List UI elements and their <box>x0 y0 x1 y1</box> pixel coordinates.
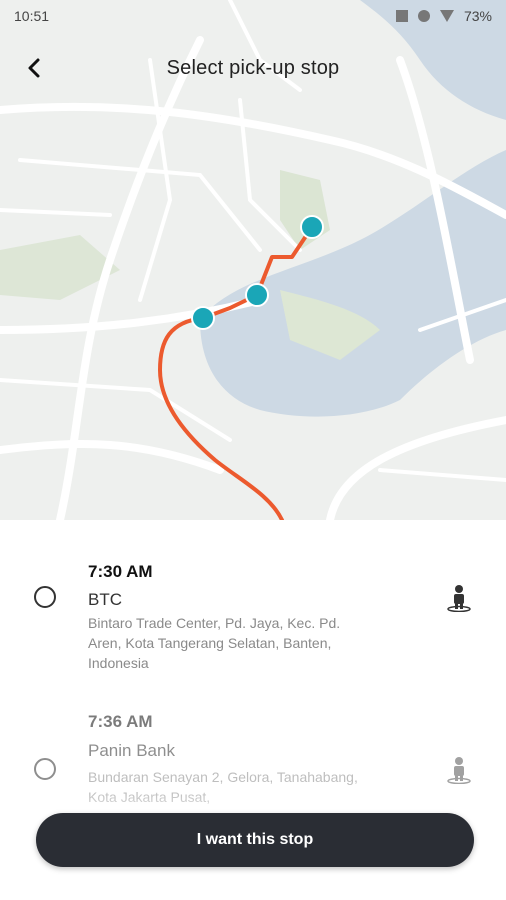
status-icons: 73% <box>395 8 492 24</box>
stop-radio-button[interactable] <box>34 586 56 608</box>
app-header: Select pick-up stop <box>0 40 506 96</box>
battery-level: 73% <box>463 8 492 24</box>
back-button[interactable] <box>18 50 50 86</box>
notification-icon <box>395 10 408 22</box>
sync-icon <box>417 10 430 22</box>
stop-address: Bintaro Trade Center, Pd. Jaya, Kec. Pd.… <box>88 615 341 671</box>
stop-marker[interactable] <box>191 306 215 330</box>
want-stop-button[interactable]: I want this stop <box>36 813 474 867</box>
stop-time: 7:30 AM <box>88 562 153 581</box>
arrow-left-icon <box>28 58 40 78</box>
person-standing-icon[interactable] <box>446 756 472 784</box>
status-bar: 10:51 73% <box>0 0 506 32</box>
stop-name: BTC <box>88 590 122 609</box>
stop-marker[interactable] <box>245 283 269 307</box>
stop-radio-button[interactable] <box>34 758 56 780</box>
stop-item[interactable]: 7:30 AM BTC Bintaro Trade Center, Pd. Ja… <box>0 560 506 690</box>
person-standing-icon[interactable] <box>446 584 472 612</box>
stop-name: Panin Bank <box>88 741 175 760</box>
stop-marker[interactable] <box>300 215 324 239</box>
signal-icon <box>439 10 454 22</box>
page-title: Select pick-up stop <box>166 56 340 79</box>
status-time: 10:51 <box>14 8 50 24</box>
stop-time: 7:36 AM <box>88 712 153 731</box>
